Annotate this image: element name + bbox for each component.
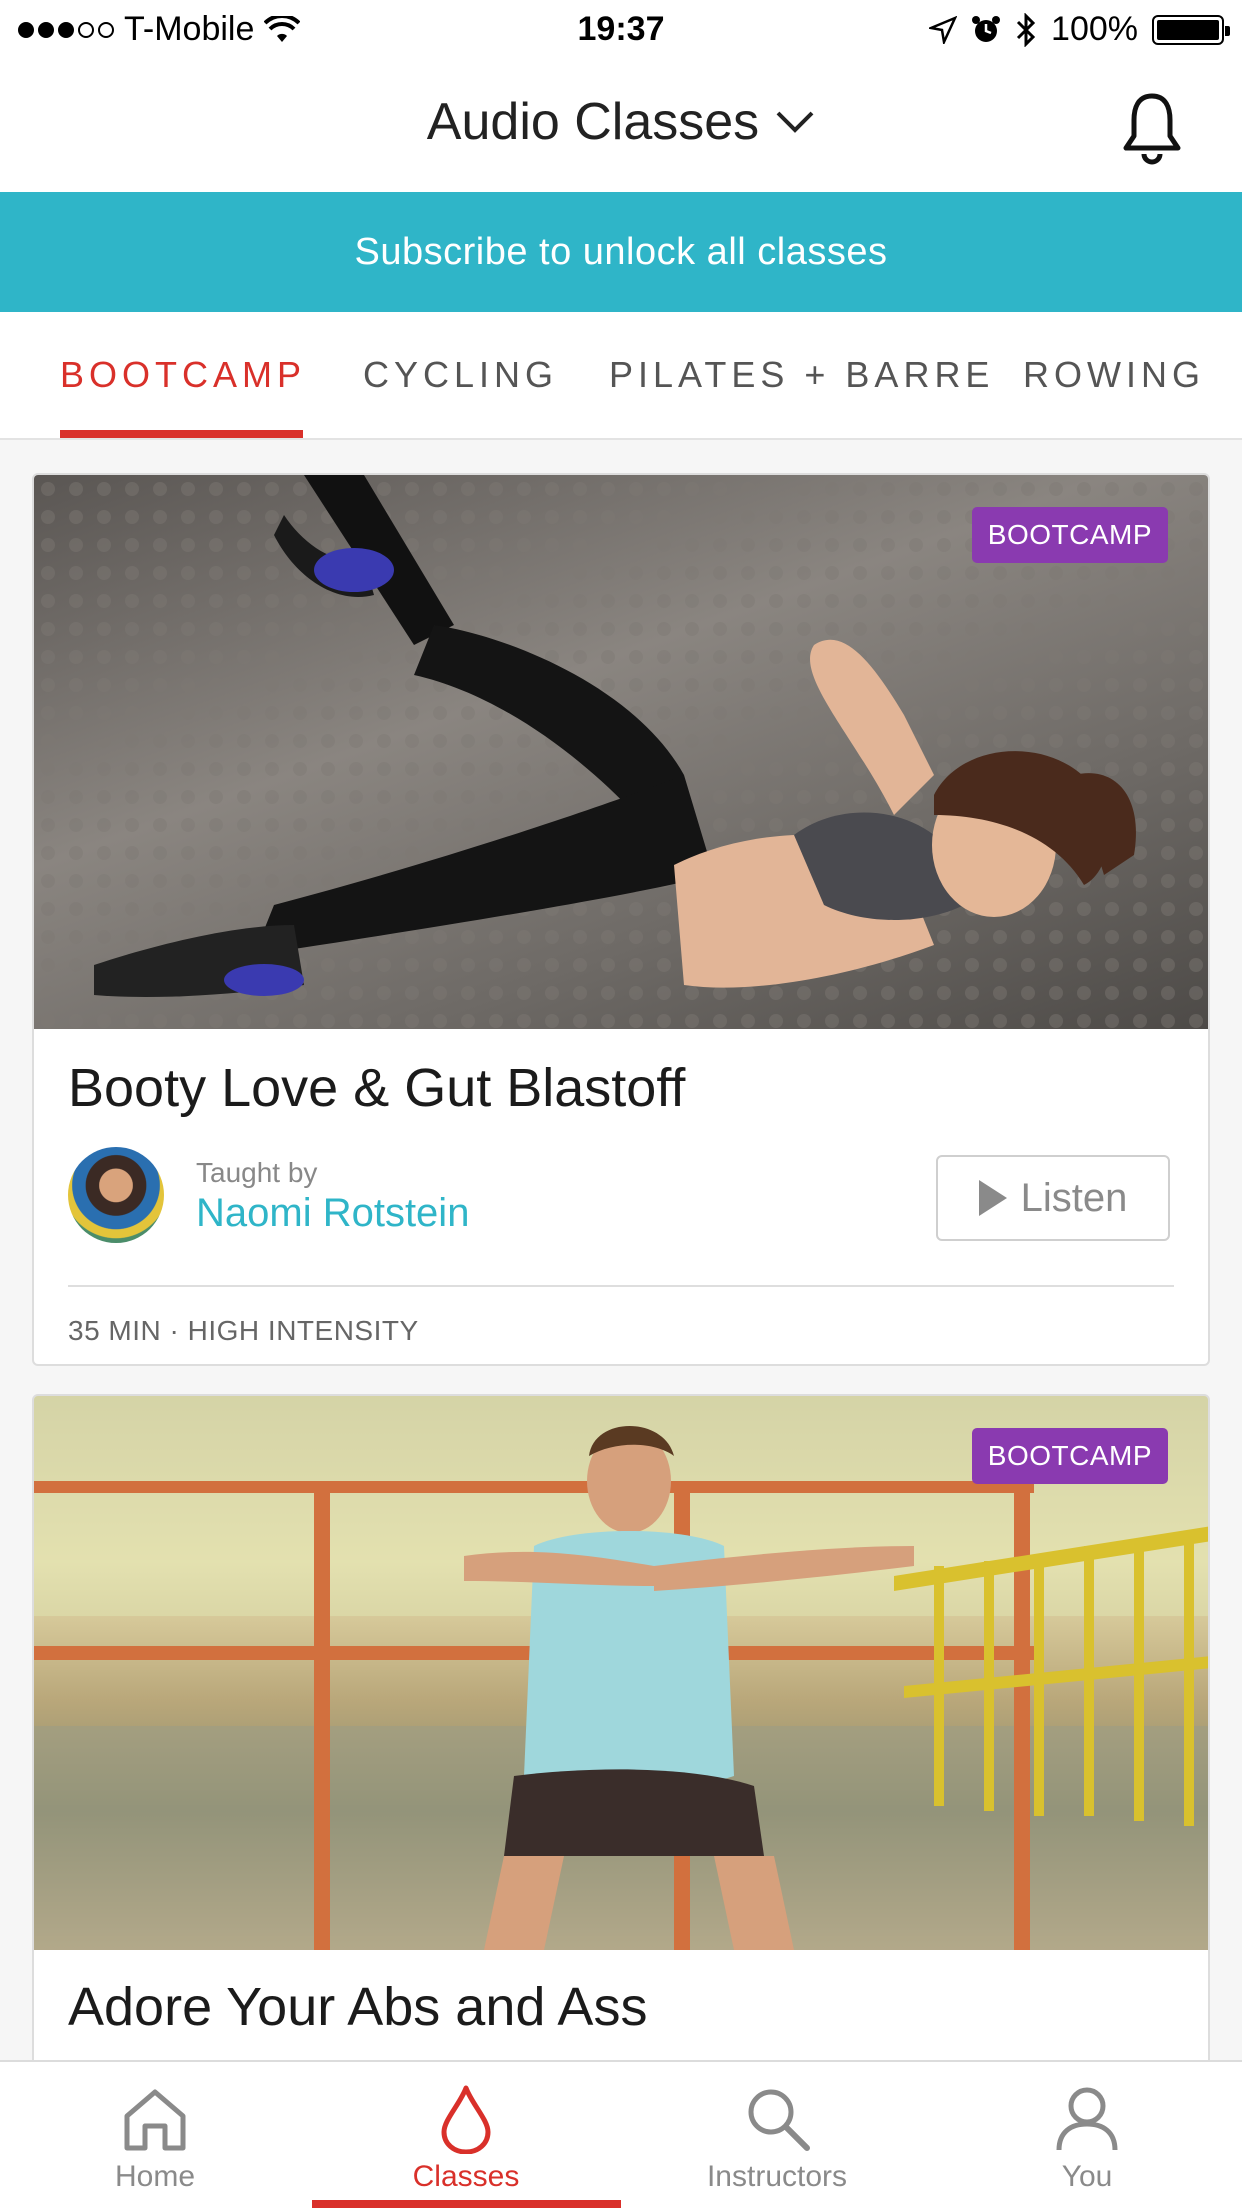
class-title: Booty Love & Gut Blastoff xyxy=(68,1058,686,1118)
chevron-down-icon xyxy=(776,111,814,133)
subscribe-banner-text: Subscribe to unlock all classes xyxy=(354,230,888,273)
tab-rowing[interactable]: ROWING xyxy=(1023,354,1205,396)
tabbar-item-home[interactable]: Home xyxy=(0,2062,310,2208)
class-title: Adore Your Abs and Ass xyxy=(68,1977,648,2037)
category-badge: BOOTCAMP xyxy=(971,507,1168,563)
tabbar-item-classes[interactable]: Classes xyxy=(311,2062,621,2208)
drop-icon xyxy=(441,2085,491,2154)
class-image: BOOTCAMP xyxy=(34,1396,1208,1950)
taught-by-label: Taught by xyxy=(196,1157,318,1188)
card-divider xyxy=(68,1285,1174,1287)
tabbar-label: Home xyxy=(114,2160,196,2193)
app-screen: T-Mobile 19:37 100% Audio Classes Subscr… xyxy=(0,0,1242,2208)
bottom-tab-bar: Home Classes Instructors You xyxy=(0,2060,1242,2208)
instructor-avatar[interactable] xyxy=(68,1147,164,1243)
battery-icon xyxy=(1152,14,1230,45)
play-icon xyxy=(978,1180,1007,1216)
listen-button-label: Listen xyxy=(1020,1175,1128,1220)
class-image: BOOTCAMP xyxy=(34,475,1208,1029)
battery-percent: 100% xyxy=(1051,10,1138,48)
alarm-icon xyxy=(972,15,1001,42)
instructor-row: Taught by Naomi Rotstein Listen xyxy=(68,1147,1170,1247)
class-card[interactable]: BOOTCAMP Adore Your Abs and Ass xyxy=(32,1394,1210,2094)
bluetooth-icon xyxy=(1016,12,1036,47)
class-meta: 35 MIN · HIGH INTENSITY xyxy=(68,1315,419,1346)
category-tabs: BOOTCAMP CYCLING PILATES + BARRE ROWING xyxy=(0,312,1242,440)
notification-bell-icon[interactable] xyxy=(1120,90,1184,166)
home-icon xyxy=(124,2089,186,2151)
tabbar-label: Instructors xyxy=(706,2160,848,2193)
class-card[interactable]: BOOTCAMP Booty Love & Gut Blastoff Taugh… xyxy=(32,473,1210,1366)
tabbar-item-instructors[interactable]: Instructors xyxy=(622,2062,932,2208)
status-bar: T-Mobile 19:37 100% xyxy=(0,0,1242,62)
category-badge: BOOTCAMP xyxy=(971,1428,1168,1484)
listen-button[interactable]: Listen xyxy=(936,1155,1170,1241)
tabbar-label: You xyxy=(1061,2160,1113,2193)
tab-pilates-barre[interactable]: PILATES + BARRE xyxy=(609,354,994,396)
location-arrow-icon xyxy=(929,15,958,44)
person-icon xyxy=(1056,2087,1118,2151)
active-tab-indicator xyxy=(60,430,303,438)
search-icon xyxy=(748,2089,810,2151)
active-tabbar-indicator xyxy=(312,2200,621,2208)
tab-cycling[interactable]: CYCLING xyxy=(363,354,558,396)
nav-header: Audio Classes xyxy=(0,62,1242,192)
tab-bootcamp[interactable]: BOOTCAMP xyxy=(60,354,306,396)
tabbar-label: Classes xyxy=(412,2160,520,2193)
tabbar-item-you[interactable]: You xyxy=(932,2062,1242,2208)
subscribe-banner[interactable]: Subscribe to unlock all classes xyxy=(0,192,1242,312)
page-title: Audio Classes xyxy=(426,93,760,151)
instructor-name-link[interactable]: Naomi Rotstein xyxy=(196,1191,469,1236)
class-type-selector[interactable]: Audio Classes xyxy=(0,92,1242,152)
status-right: 100% xyxy=(929,10,1230,49)
